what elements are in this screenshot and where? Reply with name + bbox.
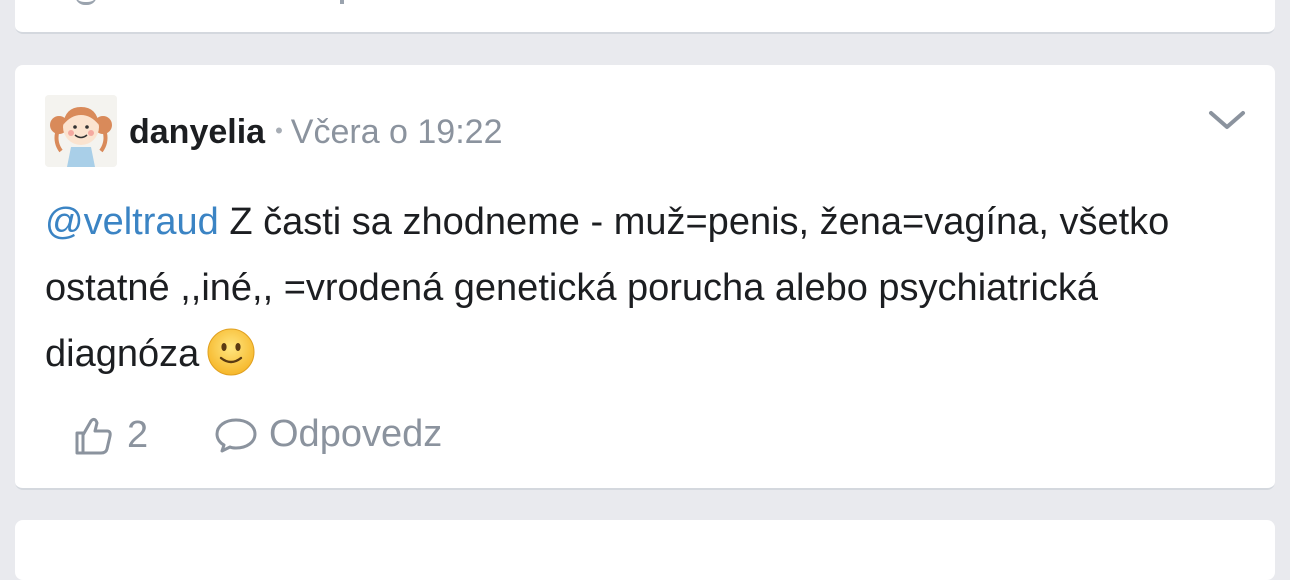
previous-post-card [15, 0, 1275, 34]
post-body: @veltraud Z časti sa zhodneme - muž=peni… [45, 189, 1245, 387]
speech-bubble-icon [215, 418, 257, 452]
next-post-card [15, 520, 1275, 580]
reply-button[interactable]: Odpovedz [213, 413, 442, 456]
avatar-illustration [45, 95, 117, 167]
post-header: danyelia • Včera o 19:22 [129, 109, 502, 154]
username[interactable]: danyelia [129, 113, 265, 151]
mention-link[interactable]: @veltraud [45, 201, 219, 243]
reply-label: Odpovedz [269, 413, 443, 455]
separator-dot: • [275, 118, 283, 143]
post-card: danyelia • Včera o 19:22 @veltraud Z časti… [15, 65, 1275, 490]
slightly-smiling-face-icon [207, 328, 255, 376]
like-count: 2 [127, 413, 149, 456]
avatar[interactable] [45, 95, 117, 167]
reply-label-partial [340, 0, 344, 4]
timestamp: Včera o 19:22 [290, 113, 503, 151]
chevron-down-icon[interactable] [1207, 105, 1247, 135]
like-button[interactable]: 2 [71, 413, 148, 457]
thumbs-up-icon [75, 417, 112, 455]
like-icon-partial [75, 0, 97, 5]
